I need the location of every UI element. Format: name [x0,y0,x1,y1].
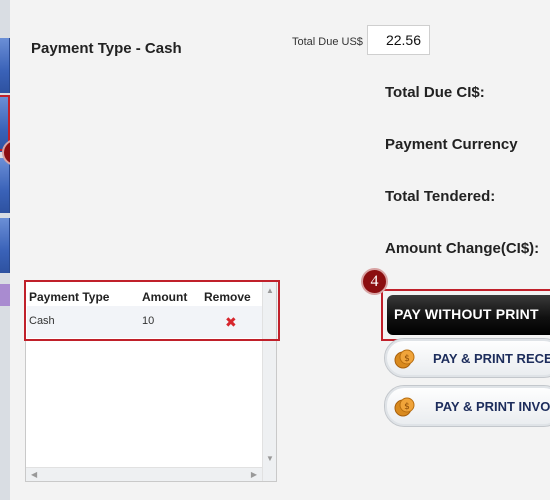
amount-change-label: Amount Change(CI$): [385,240,540,257]
pay-print-receipt-label: PAY & PRINT RECE [433,351,550,366]
highlight-box-table [24,280,280,341]
scroll-right-arrow-icon[interactable]: ▶ [251,470,257,479]
pay-print-invoice-label: PAY & PRINT INVO [435,399,550,414]
pay-print-receipt-button[interactable]: $ PAY & PRINT RECE [384,338,550,378]
payment-type-title: Payment Type - Cash [31,40,182,57]
scroll-down-arrow-icon[interactable]: ▼ [266,454,274,463]
svg-text:$: $ [404,402,410,412]
coins-icon: $ [394,349,415,369]
total-due-ci-label: Total Due CI$: [385,84,485,101]
side-button[interactable] [0,38,10,93]
horizontal-scrollbar[interactable]: ◀ ▶ [26,467,262,481]
total-due-usd-field[interactable]: 22.56 [367,25,430,55]
highlight-box-4 [381,289,550,341]
step-badge-4: 4 [361,268,388,295]
total-due-usd-label: Total Due US$ [292,36,363,48]
side-button-purple[interactable] [0,284,10,306]
payment-currency-label: Payment Currency [385,136,518,153]
svg-text:$: $ [404,354,410,364]
total-tendered-label: Total Tendered: [385,188,496,205]
side-button[interactable] [0,158,10,213]
pay-print-invoice-button[interactable]: $ PAY & PRINT INVO [384,385,550,427]
side-button[interactable] [0,218,10,273]
left-button-strip [0,0,10,500]
scroll-left-arrow-icon[interactable]: ◀ [31,470,37,479]
coins-icon: $ [394,397,415,417]
